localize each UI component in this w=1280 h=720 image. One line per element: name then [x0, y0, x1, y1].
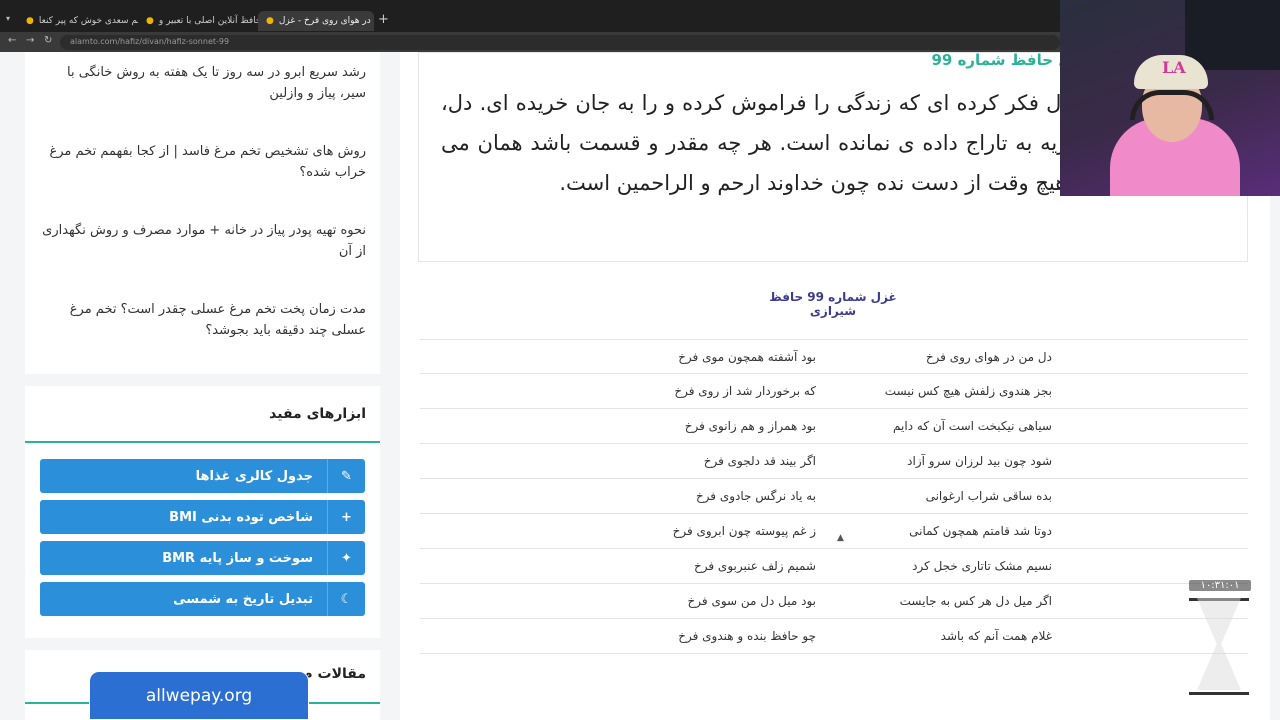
background-shelf — [1185, 0, 1280, 70]
first-hemistich: بجز هندوی زلفش هیچ کس نیست — [884, 384, 1052, 398]
tool-label: جدول کالری غذاها — [195, 468, 313, 484]
poem-table: دل من در هوای روی فرخ بود آشفته همچون مو… — [420, 339, 1248, 654]
tool-button-bmi[interactable]: + شاخص توده بدنی BMI — [40, 500, 365, 534]
useful-tools-card: ابزارهای مفید ✎ جدول کالری غذاها + شاخص … — [25, 386, 380, 638]
second-hemistich: که برخوردار شد از روی فرخ — [674, 384, 816, 398]
heading-divider — [25, 441, 380, 443]
tool-label: سوخت و ساز پایه BMR — [162, 550, 313, 566]
tool-label: شاخص توده بدنی BMI — [169, 509, 313, 525]
first-hemistich: نسیم مشک تاتاری خجل کرد — [912, 559, 1052, 573]
sparkle-icon: ✦ — [327, 541, 365, 575]
mouse-cursor-icon: ▲ — [837, 533, 844, 543]
verse-row: اگر میل دل هر کس به جایست بود میل دل من … — [420, 584, 1248, 619]
tool-label: تبدیل تاریخ به شمسی — [173, 591, 313, 607]
second-hemistich: ز غم پیوسته چون ابروی فرخ — [672, 524, 816, 538]
first-hemistich: شود چون بید لرزان سرو آزاد — [907, 454, 1052, 468]
first-hemistich: سیاهی نیکبخت است آن که دایم — [893, 419, 1052, 433]
verse-row: شود چون بید لرزان سرو آزاد اگر بیند قد د… — [420, 444, 1248, 479]
moon-icon: ☾ — [327, 582, 365, 616]
second-hemistich: بود آشفته همچون موی فرخ — [678, 350, 816, 364]
second-hemistich: چو حافظ بنده و هندوی فرخ — [678, 629, 816, 643]
plus-icon: + — [327, 500, 365, 534]
new-tab-button[interactable]: + — [378, 12, 389, 27]
related-link[interactable]: رشد سریع ابرو در سه روز تا یک هفته به رو… — [39, 62, 366, 104]
cap-logo: LA — [1162, 58, 1186, 77]
verse-row: سیاهی نیکبخت است آن که دایم بود همراز و … — [420, 409, 1248, 444]
first-hemistich: اگر میل دل هر کس به جایست — [899, 594, 1052, 608]
browser-tab[interactable]: ● فال حافظ آنلاین اصلی با تعبیر و ✕ — [138, 11, 258, 31]
hourglass-timer: ۱۰:۳۱:۰۱ — [1189, 580, 1251, 698]
forward-icon[interactable]: → — [26, 35, 34, 46]
tab-title: فال حافظ آنلاین اصلی با تعبیر و — [158, 16, 258, 26]
browser-tab[interactable]: ● شنیدم‌هم سعدی خوش که پیر کنعا ✕ — [18, 11, 138, 31]
related-link[interactable]: نحوه تهیه پودر پیاز در خانه + موارد مصرف… — [39, 220, 366, 262]
back-icon[interactable]: ← — [8, 35, 16, 46]
reload-icon[interactable]: ↻ — [44, 35, 52, 46]
second-hemistich: بود میل دل من سوی فرخ — [687, 594, 816, 608]
verse-row: دوتا شد قامتم همچون کمانی ز غم پیوسته چو… — [420, 514, 1248, 549]
poem-title: غزل شماره 99 حافظ شیرازی — [769, 290, 897, 318]
articles-heading: مقالات م — [302, 666, 366, 682]
verse-row: بجز هندوی زلفش هیچ کس نیست که برخوردار ش… — [420, 374, 1248, 409]
favicon-icon: ● — [146, 16, 154, 26]
second-hemistich: اگر بیند قد دلجوی فرخ — [703, 454, 816, 468]
first-hemistich: دل من در هوای روی فرخ — [925, 350, 1052, 364]
tool-button-date-converter[interactable]: ☾ تبدیل تاریخ به شمسی — [40, 582, 365, 616]
second-hemistich: به یاد نرگس جادوی فرخ — [695, 489, 816, 503]
related-link[interactable]: مدت زمان پخت تخم مرغ عسلی چقدر است؟ تخم … — [39, 299, 366, 341]
tab-title: دل من در هوای روی فرخ - غزل — [278, 16, 374, 26]
second-hemistich: شمیم زلف عنبربوی فرخ — [694, 559, 816, 573]
first-hemistich: بده ساقی شراب ارغوانی — [925, 489, 1052, 503]
tools-heading: ابزارهای مفید — [269, 406, 366, 422]
related-links-card: رشد سریع ابرو در سه روز تا یک هفته به رو… — [25, 52, 380, 374]
verse-row: نسیم مشک تاتاری خجل کرد شمیم زلف عنبربوی… — [420, 549, 1248, 584]
verse-row: دل من در هوای روی فرخ بود آشفته همچون مو… — [420, 339, 1248, 374]
hourglass-icon — [1197, 598, 1241, 690]
pencil-icon: ✎ — [327, 459, 365, 493]
tab-list-icon[interactable]: ▾ — [6, 14, 10, 23]
first-hemistich: دوتا شد قامتم همچون کمانی — [909, 524, 1052, 538]
headphones-icon — [1130, 90, 1214, 120]
url-field[interactable]: alamto.com/hafiz/divan/hafiz-sonnet-99 — [60, 35, 1060, 50]
favicon-icon: ● — [26, 16, 34, 26]
second-hemistich: بود همراز و هم زانوی فرخ — [684, 419, 816, 433]
verse-row: بده ساقی شراب ارغوانی به یاد نرگس جادوی … — [420, 479, 1248, 514]
watermark-badge: allwepay.org — [89, 671, 309, 720]
verse-row: غلام همت آنم که باشد چو حافظ بنده و هندو… — [420, 619, 1248, 654]
hourglass-bottom-bar — [1189, 692, 1249, 695]
first-hemistich: غلام همت آنم که باشد — [940, 629, 1052, 643]
browser-tab-active[interactable]: ● دل من در هوای روی فرخ - غزل ✕ — [258, 11, 374, 31]
timer-readout: ۱۰:۳۱:۰۱ — [1189, 580, 1251, 591]
webcam-overlay: LA — [1060, 0, 1280, 196]
tool-button-calorie-table[interactable]: ✎ جدول کالری غذاها — [40, 459, 365, 493]
tool-button-bmr[interactable]: ✦ سوخت و ساز پایه BMR — [40, 541, 365, 575]
favicon-icon: ● — [266, 16, 274, 26]
related-link[interactable]: روش های تشخیص تخم مرغ فاسد | از کجا بفهم… — [39, 141, 367, 183]
tab-title: شنیدم‌هم سعدی خوش که پیر کنعا — [38, 16, 138, 26]
